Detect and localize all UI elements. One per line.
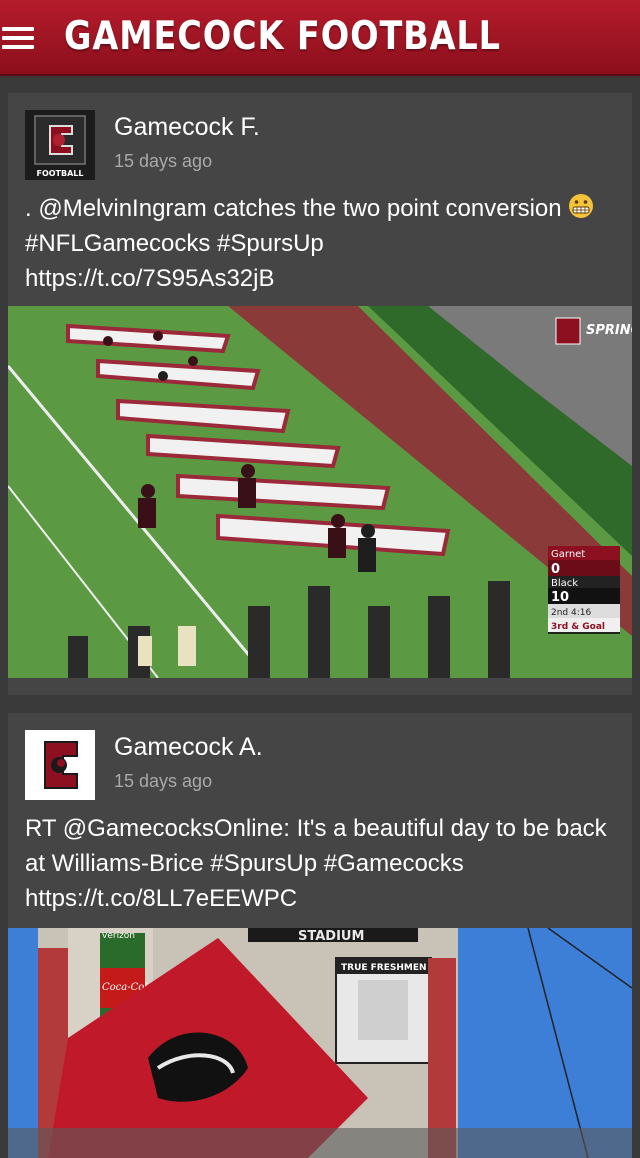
feed-card[interactable]: FOOTBALL Gamecock F. 15 days ago . @Melv… [8,93,632,695]
app-title: GAMECOCK FOOTBALL [64,14,501,59]
team2-name: Black [551,578,578,589]
post-timestamp: 15 days ago [114,151,213,171]
post-link[interactable]: https://t.co/7S95As32jB [25,265,274,292]
post-text: RT @GamecocksOnline: It's a beautiful da… [25,811,625,916]
feed-card[interactable]: Gamecock A. 15 days ago RT @GamecocksOnl… [8,713,632,1158]
down-and-distance: 3rd & Goal [551,622,605,632]
hamburger-menu-icon[interactable] [2,25,36,51]
app-header: GAMECOCK FOOTBALL [0,0,640,76]
stadium-sign: STADIUM [298,929,364,944]
avatar-label: FOOTBALL [36,169,83,178]
team2-score: 10 [551,590,569,605]
post-link[interactable]: https://t.co/8LL7eEEWPC [25,885,297,912]
team1-name: Garnet [551,549,585,560]
gamecocks-athletics-avatar[interactable] [25,730,95,800]
post-image-football-field[interactable]: SPRING GAME Garnet 0 Black 10 2nd 4:16 3… [8,306,632,678]
board-title: TRUE FRESHMEN [341,963,427,973]
team1-score: 0 [551,562,560,577]
post-hashtags[interactable]: #NFLGamecocks #SpursUp [25,230,324,257]
post-author[interactable]: Gamecock A. [114,733,263,762]
gamecock-football-avatar[interactable]: FOOTBALL [25,110,95,180]
scoreboard: Garnet 0 Black 10 2nd 4:16 3rd & Goal [548,546,620,634]
game-clock: 2nd 4:16 [551,608,591,618]
sponsor-verizon: verizon [102,931,135,941]
post-image-stadium[interactable]: verizon Coca-Cola STADIUM TRUE FRESHMEN [8,928,632,1158]
post-text-main[interactable]: RT @GamecocksOnline: It's a beautiful da… [25,815,607,877]
broadcast-logo-text: SPRING GAME [586,323,632,338]
post-text: . @MelvinIngram catches the two point co… [25,191,625,296]
post-timestamp: 15 days ago [114,771,213,791]
post-author[interactable]: Gamecock F. [114,113,260,142]
post-text-main: . @MelvinIngram catches the two point co… [25,195,562,222]
grimacing-face-icon [569,194,594,218]
